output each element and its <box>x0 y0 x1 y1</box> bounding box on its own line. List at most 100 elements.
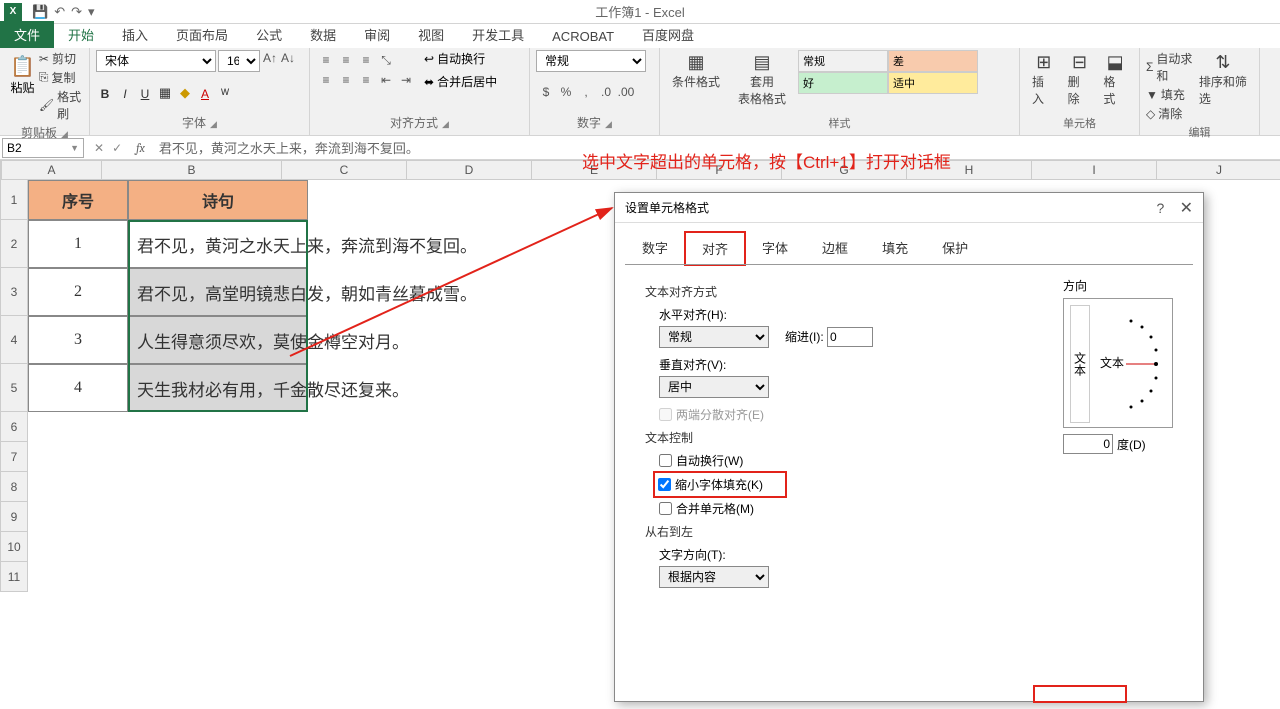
dialog-launcher-icon[interactable]: ◢ <box>605 119 612 129</box>
style-good[interactable]: 好 <box>798 72 888 94</box>
indent-dec-icon[interactable]: ⇤ <box>378 72 394 88</box>
col-header[interactable]: D <box>407 160 532 180</box>
header-cell[interactable]: 诗句 <box>128 180 308 220</box>
row-header[interactable]: 2 <box>0 220 28 268</box>
align-left-icon[interactable]: ≡ <box>318 72 334 88</box>
chevron-down-icon[interactable]: ▼ <box>70 143 79 153</box>
border-button[interactable]: ▦ <box>158 85 172 101</box>
tab-file[interactable]: 文件 <box>0 21 54 48</box>
italic-button[interactable]: I <box>118 86 132 101</box>
dtab-number[interactable]: 数字 <box>625 231 685 264</box>
dialog-launcher-icon[interactable]: ◢ <box>61 129 68 139</box>
row-header[interactable]: 1 <box>0 180 28 220</box>
v-align-select[interactable]: 居中 <box>659 376 769 398</box>
increase-font-icon[interactable]: A↑ <box>262 50 278 66</box>
autosum-button[interactable]: Σ自动求和 <box>1146 50 1193 84</box>
dialog-launcher-icon[interactable]: ◢ <box>210 119 217 129</box>
align-top-icon[interactable]: ≡ <box>318 52 334 68</box>
row-header[interactable]: 6 <box>0 412 28 442</box>
font-color-button[interactable]: A <box>198 86 212 101</box>
poem-cell[interactable]: 君不见，高堂明镜悲白发，朝如青丝暮成雪。 <box>128 268 308 316</box>
percent-icon[interactable]: % <box>558 84 574 100</box>
delete-cells-button[interactable]: ⊟删除 <box>1062 50 1098 109</box>
insert-cells-button[interactable]: ⊞插入 <box>1026 50 1062 109</box>
h-align-select[interactable]: 常规 <box>659 326 769 348</box>
tab-home[interactable]: 开始 <box>54 21 108 48</box>
dtab-align[interactable]: 对齐 <box>685 232 745 265</box>
tab-review[interactable]: 审阅 <box>350 21 404 48</box>
row-header[interactable]: 10 <box>0 532 28 562</box>
underline-button[interactable]: U <box>138 86 152 101</box>
row-header[interactable]: 3 <box>0 268 28 316</box>
serial-cell[interactable]: 4 <box>28 364 128 412</box>
undo-icon[interactable]: ↶ <box>54 4 65 20</box>
wrap-text-button[interactable]: ↩自动换行 <box>424 50 497 67</box>
cut-button[interactable]: ✂剪切 <box>39 50 83 67</box>
row-header[interactable]: 7 <box>0 442 28 472</box>
row-header[interactable]: 5 <box>0 364 28 412</box>
row-header[interactable]: 8 <box>0 472 28 502</box>
tab-insert[interactable]: 插入 <box>108 21 162 48</box>
number-format-select[interactable]: 常规 <box>536 50 646 72</box>
dtab-protect[interactable]: 保护 <box>925 231 985 264</box>
row-header[interactable]: 9 <box>0 502 28 532</box>
align-right-icon[interactable]: ≡ <box>358 72 374 88</box>
dec-decimal-icon[interactable]: .00 <box>618 84 634 100</box>
indent-input[interactable] <box>827 327 873 347</box>
merge-center-button[interactable]: ⬌合并后居中 <box>424 73 497 90</box>
enter-formula-icon[interactable]: ✓ <box>112 141 122 155</box>
align-bottom-icon[interactable]: ≡ <box>358 52 374 68</box>
font-name-select[interactable]: 宋体 <box>96 50 216 72</box>
degree-input[interactable] <box>1063 434 1113 454</box>
redo-icon[interactable]: ↷ <box>71 4 82 20</box>
bold-button[interactable]: B <box>98 86 112 101</box>
font-size-select[interactable]: 16 <box>218 50 260 72</box>
copy-button[interactable]: ⎘复制 <box>39 69 83 86</box>
poem-cell[interactable]: 天生我材必有用，千金散尽还复来。 <box>128 364 308 412</box>
fill-button[interactable]: ▼填充 <box>1146 86 1193 103</box>
qat-dropdown-icon[interactable]: ▾ <box>88 4 95 20</box>
fx-icon[interactable]: fx <box>130 141 151 155</box>
format-cells-button[interactable]: ⬓格式 <box>1097 50 1133 109</box>
col-header[interactable]: B <box>102 160 282 180</box>
col-header[interactable]: I <box>1032 160 1157 180</box>
col-header[interactable]: A <box>2 160 102 180</box>
poem-cell[interactable]: 人生得意须尽欢，莫使金樽空对月。 <box>128 316 308 364</box>
cancel-formula-icon[interactable]: ✕ <box>94 141 104 155</box>
fill-color-button[interactable]: ◆ <box>178 85 192 101</box>
comma-icon[interactable]: , <box>578 84 594 100</box>
header-cell[interactable]: 序号 <box>28 180 128 220</box>
tab-view[interactable]: 视图 <box>404 21 458 48</box>
clear-button[interactable]: ◇清除 <box>1146 105 1193 122</box>
row-header[interactable]: 11 <box>0 562 28 592</box>
currency-icon[interactable]: $ <box>538 84 554 100</box>
text-dir-select[interactable]: 根据内容 <box>659 566 769 588</box>
align-middle-icon[interactable]: ≡ <box>338 52 354 68</box>
save-icon[interactable]: 💾 <box>32 4 48 20</box>
style-bad[interactable]: 差 <box>888 50 978 72</box>
conditional-format-button[interactable]: ▦条件格式 <box>666 50 726 109</box>
dtab-border[interactable]: 边框 <box>805 231 865 264</box>
serial-cell[interactable]: 1 <box>28 220 128 268</box>
dtab-font[interactable]: 字体 <box>745 231 805 264</box>
phonetic-button[interactable]: ᵂ <box>218 86 232 101</box>
serial-cell[interactable]: 3 <box>28 316 128 364</box>
row-header[interactable]: 4 <box>0 316 28 364</box>
style-neutral[interactable]: 适中 <box>888 72 978 94</box>
format-table-button[interactable]: ▤套用 表格格式 <box>732 50 792 109</box>
orientation-dial[interactable]: 文本 <box>1098 309 1168 419</box>
col-header[interactable]: J <box>1157 160 1280 180</box>
col-header[interactable]: C <box>282 160 407 180</box>
dtab-fill[interactable]: 填充 <box>865 231 925 264</box>
tab-baidu[interactable]: 百度网盘 <box>628 21 708 48</box>
indent-inc-icon[interactable]: ⇥ <box>398 72 414 88</box>
decrease-font-icon[interactable]: A↓ <box>280 50 296 66</box>
close-icon[interactable]: ✕ <box>1180 200 1193 217</box>
shrink-checkbox[interactable] <box>658 478 671 491</box>
tab-dev[interactable]: 开发工具 <box>458 21 538 48</box>
style-normal[interactable]: 常规 <box>798 50 888 72</box>
dialog-launcher-icon[interactable]: ◢ <box>442 119 449 129</box>
tab-acrobat[interactable]: ACROBAT <box>538 25 628 48</box>
orientation-control[interactable]: 文本 文本 <box>1063 298 1173 428</box>
paste-button[interactable]: 📋 粘贴 <box>6 50 39 122</box>
